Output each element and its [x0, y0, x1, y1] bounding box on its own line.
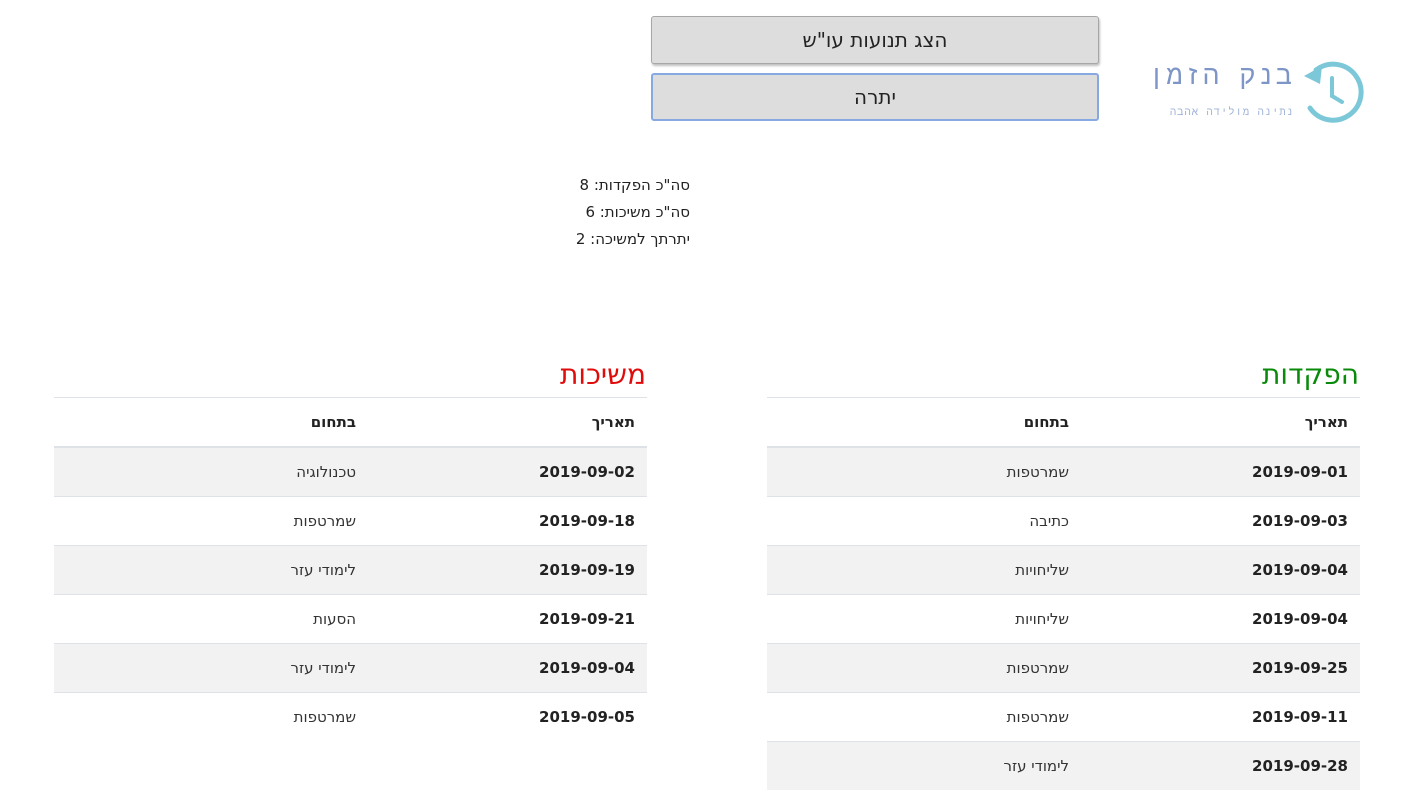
deposits-title: הפקדות: [767, 352, 1360, 398]
row-date: 2019-09-19: [368, 546, 647, 595]
withdrawals-table: תאריך בתחום 2019-09-02טכנולוגיה2019-09-1…: [54, 398, 647, 741]
row-date: 2019-09-05: [368, 693, 647, 742]
row-date: 2019-09-21: [368, 595, 647, 644]
table-row: 2019-09-03כתיבה: [767, 497, 1360, 546]
row-field: שמרטפות: [54, 497, 368, 546]
logo-title: בנק הזמן: [1148, 60, 1294, 93]
row-field: שמרטפות: [54, 693, 368, 742]
row-field: שליחויות: [767, 546, 1081, 595]
row-field: לימודי עזר: [54, 644, 368, 693]
table-row: 2019-09-05שמרטפות: [54, 693, 647, 742]
row-field: טכנולוגיה: [54, 447, 368, 497]
table-row: 2019-09-25שמרטפות: [767, 644, 1360, 693]
totals-summary: סה"כ הפקדות: 8 סה"כ משיכות: 6 יתרתך למשי…: [520, 172, 690, 253]
row-date: 2019-09-18: [368, 497, 647, 546]
row-date: 2019-09-25: [1081, 644, 1360, 693]
table-row: 2019-09-19לימודי עזר: [54, 546, 647, 595]
table-row: 2019-09-04שליחויות: [767, 546, 1360, 595]
row-field: לימודי עזר: [54, 546, 368, 595]
row-date: 2019-09-02: [368, 447, 647, 497]
deposits-panel: הפקדות תאריך בתחום 2019-09-01שמרטפות2019…: [767, 352, 1360, 790]
table-row: 2019-09-11שמרטפות: [767, 693, 1360, 742]
deposits-body: 2019-09-01שמרטפות2019-09-03כתיבה2019-09-…: [767, 447, 1360, 790]
withdrawals-header-row: תאריך בתחום: [54, 398, 647, 447]
row-field: הסעות: [54, 595, 368, 644]
balance-button[interactable]: יתרה: [651, 73, 1099, 121]
row-date: 2019-09-03: [1081, 497, 1360, 546]
withdrawals-title: משיכות: [54, 352, 647, 398]
table-row: 2019-09-04שליחויות: [767, 595, 1360, 644]
deposits-header-row: תאריך בתחום: [767, 398, 1360, 447]
row-field: שמרטפות: [767, 447, 1081, 497]
total-withdrawals: סה"כ משיכות: 6: [520, 199, 690, 226]
available-balance: יתרתך למשיכה: 2: [520, 226, 690, 253]
clock-icon: [1298, 60, 1364, 126]
table-row: 2019-09-04לימודי עזר: [54, 644, 647, 693]
deposits-date-header: תאריך: [1081, 398, 1360, 447]
row-date: 2019-09-04: [1081, 546, 1360, 595]
total-deposits: סה"כ הפקדות: 8: [520, 172, 690, 199]
table-row: 2019-09-01שמרטפות: [767, 447, 1360, 497]
row-field: שליחויות: [767, 595, 1081, 644]
row-date: 2019-09-28: [1081, 742, 1360, 790]
row-field: כתיבה: [767, 497, 1081, 546]
table-row: 2019-09-28לימודי עזר: [767, 742, 1360, 790]
table-row: 2019-09-21הסעות: [54, 595, 647, 644]
logo-subtitle: נתינה מולידה אהבה: [1170, 106, 1294, 119]
row-field: שמרטפות: [767, 693, 1081, 742]
withdrawals-field-header: בתחום: [54, 398, 368, 447]
table-row: 2019-09-02טכנולוגיה: [54, 447, 647, 497]
table-row: 2019-09-18שמרטפות: [54, 497, 647, 546]
deposits-field-header: בתחום: [767, 398, 1081, 447]
row-field: שמרטפות: [767, 644, 1081, 693]
row-field: לימודי עזר: [767, 742, 1081, 790]
row-date: 2019-09-01: [1081, 447, 1360, 497]
show-transactions-button[interactable]: הצג תנועות עו"ש: [651, 16, 1099, 64]
row-date: 2019-09-04: [368, 644, 647, 693]
deposits-table: תאריך בתחום 2019-09-01שמרטפות2019-09-03כ…: [767, 398, 1360, 790]
logo: בנק הזמן נתינה מולידה אהבה: [1158, 58, 1364, 128]
withdrawals-date-header: תאריך: [368, 398, 647, 447]
withdrawals-body: 2019-09-02טכנולוגיה2019-09-18שמרטפות2019…: [54, 447, 647, 741]
withdrawals-panel: משיכות תאריך בתחום 2019-09-02טכנולוגיה20…: [54, 352, 647, 741]
row-date: 2019-09-11: [1081, 693, 1360, 742]
row-date: 2019-09-04: [1081, 595, 1360, 644]
